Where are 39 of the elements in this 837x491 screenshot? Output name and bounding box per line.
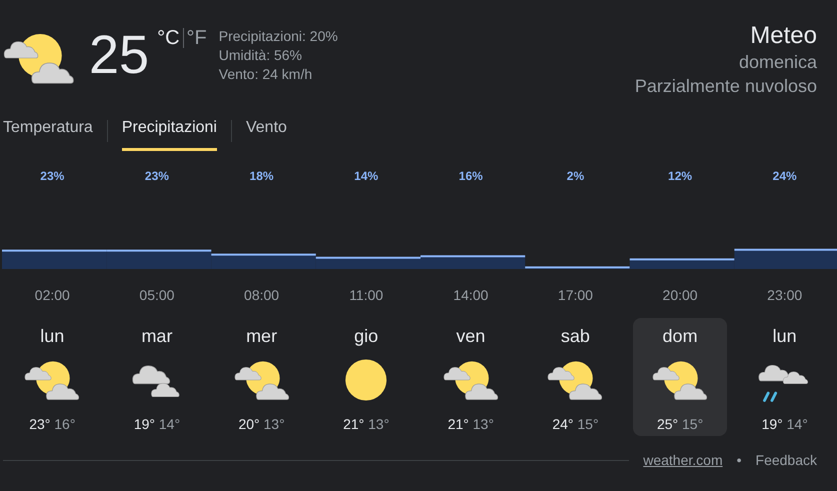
day-forecast[interactable]: dom 25° 15° (633, 318, 728, 436)
time-label: 23:00 (767, 286, 802, 305)
data-label: 2% (566, 168, 584, 185)
separator-dot: • (736, 451, 742, 470)
time-label: 17:00 (558, 286, 593, 305)
data-label: 24% (772, 168, 797, 185)
time-label: 14:00 (453, 286, 488, 305)
data-label: 14% (354, 168, 378, 185)
time-label: 02:00 (34, 286, 70, 305)
tab[interactable]: Temperatura (3, 110, 93, 151)
day-forecast[interactable]: mer 20° 13° (214, 318, 309, 436)
time-label: 20:00 (662, 286, 698, 305)
day-forecast[interactable]: mar 19° 14° (110, 318, 204, 436)
tab[interactable]: Precipitazioni (122, 110, 217, 151)
data-label: 16% (458, 168, 483, 185)
time-label: 11:00 (349, 286, 384, 305)
weather-detail: Vento: 24 km/h (218, 65, 314, 84)
weather-detail: Precipitazioni: 20% (218, 27, 338, 46)
condition-label: Parzialmente nuvoloso (634, 75, 817, 98)
data-label: 23% (144, 168, 169, 185)
data-label: 12% (668, 168, 692, 185)
day-forecast[interactable]: lun 23° 16° (5, 318, 100, 436)
source-link[interactable]: weather.com (643, 450, 723, 471)
current-temperature: 25 (89, 28, 150, 82)
day-forecast[interactable]: gio 21° 13° (319, 318, 414, 436)
data-label: 23% (40, 168, 64, 185)
feedback-link[interactable]: Feedback (756, 450, 817, 471)
day-forecast[interactable]: sab 24° 15° (528, 318, 622, 436)
day-forecast[interactable]: ven 21° 13° (424, 318, 518, 436)
weather-detail: Umidità: 56% (218, 46, 304, 65)
day-forecast[interactable]: lun 19° 14° (738, 318, 832, 436)
time-label: 08:00 (244, 286, 280, 305)
unit-toggle[interactable]: °F (186, 28, 207, 48)
widget-title: Meteo (750, 22, 817, 50)
time-label: 05:00 (139, 286, 174, 305)
unit-toggle[interactable]: °C (157, 28, 180, 48)
tab[interactable]: Vento (246, 110, 287, 151)
data-label: 18% (250, 168, 274, 185)
day-label: domenica (738, 51, 817, 74)
